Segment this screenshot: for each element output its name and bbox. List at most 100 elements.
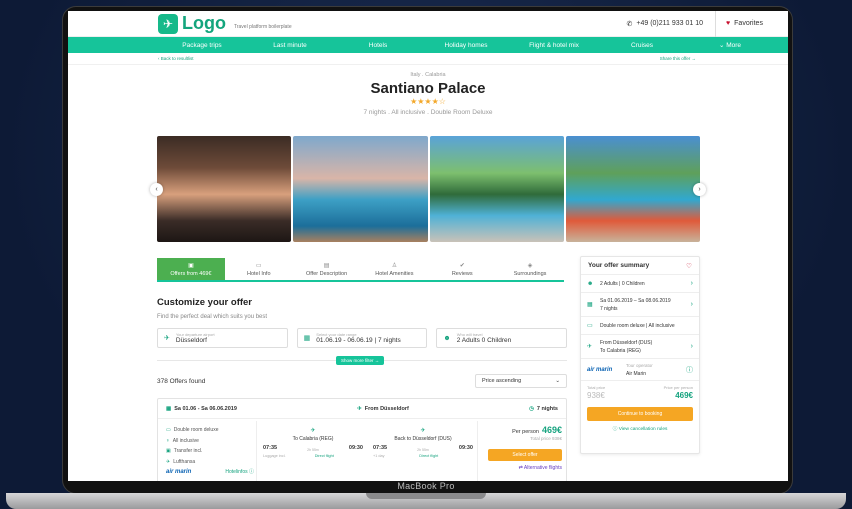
plane-icon: ✈ xyxy=(310,428,316,434)
sort-value: Price ascending xyxy=(482,378,522,384)
chevron-down-icon: ⌄ xyxy=(555,378,560,384)
operator-name: Air Marin xyxy=(626,370,647,377)
hotelinfos-link[interactable]: Hotelinfos ⓘ xyxy=(225,469,254,475)
logo-tagline: Travel platform boilerplate xyxy=(233,23,292,30)
tab-hotel-amenities[interactable]: ♙ Hotel Amenities xyxy=(360,258,428,280)
date-range-field[interactable]: ▦ Select your date range 01.06.19 - 06.06… xyxy=(296,328,428,348)
info-icon: ⓘ xyxy=(248,469,254,475)
gallery-prev-button[interactable]: ‹ xyxy=(150,183,163,196)
suitcase-icon: ▣ xyxy=(188,262,194,269)
outbound-info: Luggage incl. Direct flight xyxy=(263,454,363,458)
cancellation-rules-link[interactable]: ⓘ View cancellation rules xyxy=(581,425,699,432)
offer-features: ▭ Double room deluxe ♆ All inclusive ▣ Tran… xyxy=(166,425,254,478)
people-icon: ☻ xyxy=(443,334,451,342)
tab-offers[interactable]: ▣ Offers from 469€ xyxy=(157,258,225,280)
offer-tabs: ▣ Offers from 469€ ▭ Hotel Info ▤ Offer Des… xyxy=(157,258,564,282)
nav-cruises[interactable]: Cruises xyxy=(598,42,686,49)
gallery-photo-1[interactable] xyxy=(157,136,292,242)
chevron-right-icon: › xyxy=(690,343,693,350)
nav-more[interactable]: ⌄ More xyxy=(686,41,774,49)
date-range-value: 01.06.19 - 06.06.19 | 7 nights xyxy=(316,337,401,344)
browser-screen: ✈ Logo Travel platform boilerplate ✆ +49 … xyxy=(68,11,788,481)
plane-icon: ✈ xyxy=(420,428,426,434)
tab-surroundings-label: Surroundings xyxy=(513,270,547,277)
chevron-right-icon: › xyxy=(690,280,693,287)
logo[interactable]: ✈ Logo Travel platform boilerplate xyxy=(158,13,292,34)
nav-flight-hotel-mix[interactable]: Flight & hotel mix xyxy=(510,42,598,49)
favorites-link[interactable]: ♥ Favorites xyxy=(716,20,778,27)
heart-outline-icon[interactable]: ♡ xyxy=(686,262,692,270)
summary-dates[interactable]: ▦ Sa 01.06.2019 – Sa 08.06.2019 7 nights › xyxy=(581,293,699,317)
outbound-destination: To Calabria (REG) xyxy=(292,436,334,442)
summary-dates-range: Sa 01.06.2019 – Sa 08.06.2019 xyxy=(600,297,671,304)
offer-nights-text: 7 nights xyxy=(536,405,558,412)
tab-hotel-info[interactable]: ▭ Hotel Info xyxy=(225,258,293,280)
summary-operator-text: Tour operator Air Marin xyxy=(626,362,681,378)
per-person-label: Per person xyxy=(512,429,539,435)
chevron-right-icon: › xyxy=(698,186,701,193)
total-price: Total price 938€ xyxy=(530,436,562,441)
summary-route[interactable]: ✈ From Düsseldorf (DUS) To Calabria (REG) › xyxy=(581,335,699,359)
summary-travellers[interactable]: ☻ 2 Adults | 0 Children › xyxy=(581,275,699,293)
back-to-results-link[interactable]: ‹ Back to resultlist xyxy=(158,56,194,61)
cancellation-rules-label: View cancellation rules xyxy=(618,427,668,432)
sub-bar: ‹ Back to resultlist Share this offer → xyxy=(68,53,788,65)
offer-dates-text: Sa 01.06 - Sa 06.06.2019 xyxy=(174,405,237,412)
air-marin-logo: air marin xyxy=(587,366,613,373)
inbound-departure: 07:35 xyxy=(373,445,388,451)
phone-number[interactable]: ✆ +49 (0)211 933 01 10 xyxy=(627,11,716,37)
clock-icon: ◷ xyxy=(529,405,534,412)
continue-to-booking-button[interactable]: Continue to booking xyxy=(587,407,693,421)
alternative-flights-link[interactable]: ⇄ Alternative flights xyxy=(488,465,562,471)
alternative-flights-label: Alternative flights xyxy=(523,465,562,471)
offer-card-header: ▦ Sa 01.06 - Sa 06.06.2019 ✈ From Düsseldo… xyxy=(158,399,566,419)
photo-gallery xyxy=(157,136,700,242)
nav-holiday-homes[interactable]: Holiday homes xyxy=(422,42,510,49)
travellers-field[interactable]: ☻ Who will travel 2 Adults 0 Children xyxy=(436,328,568,348)
chevron-left-icon: ‹ xyxy=(155,186,158,193)
heart-icon: ♥ xyxy=(726,20,731,27)
logo-text: Logo xyxy=(182,13,226,33)
departure-airport-field[interactable]: ✈ Your departure airport Düsseldorf xyxy=(157,328,288,348)
bed-icon: ▭ xyxy=(166,427,171,433)
feature-transfer-text: Transfer incl. xyxy=(173,448,203,454)
inbound-arrival: 09:30 xyxy=(458,445,473,451)
gallery-photo-4[interactable] xyxy=(565,136,700,242)
summary-title-row: Your offer summary ♡ xyxy=(581,257,699,275)
summary-title: Your offer summary xyxy=(588,262,650,269)
share-offer-link[interactable]: Share this offer → xyxy=(660,56,696,61)
plane-icon: ✈ xyxy=(166,458,171,465)
summary-route-to: To Calabria (REG) xyxy=(600,347,641,354)
calendar-icon: ▦ xyxy=(587,302,593,308)
nav-hotels[interactable]: Hotels xyxy=(334,42,422,49)
select-offer-button[interactable]: Select offer xyxy=(488,449,562,461)
nav-package-trips[interactable]: Package trips xyxy=(158,42,246,49)
show-more-filter-button[interactable]: Show more filter → xyxy=(336,356,385,365)
travellers-value: 2 Adults 0 Children xyxy=(456,337,512,344)
nav-last-minute[interactable]: Last minute xyxy=(246,42,334,49)
sort-select[interactable]: Price ascending ⌄ xyxy=(475,374,567,388)
feature-transfer: ▣ Transfer incl. xyxy=(166,446,254,457)
info-icon[interactable]: ⓘ xyxy=(686,365,693,375)
summary-room-text: Double room deluxe | All inclusive xyxy=(600,322,675,329)
offer-from-text: From Düsseldorf xyxy=(364,405,409,412)
outbound-departure: 07:35 xyxy=(263,445,278,451)
gallery-photo-3[interactable] xyxy=(429,136,564,242)
calendar-icon: ▦ xyxy=(166,405,172,412)
offers-count: 378 Offers found xyxy=(157,378,206,385)
tab-reviews-label: Reviews xyxy=(451,270,473,277)
feature-board-text: All inclusive xyxy=(172,437,199,444)
show-more-filter-label: Show more filter xyxy=(341,358,374,363)
gallery-next-button[interactable]: › xyxy=(693,183,706,196)
summary-operator: air marin Tour operator Air Marin ⓘ xyxy=(581,359,699,381)
summary-pp-value: 469€ xyxy=(675,391,693,400)
tab-surroundings[interactable]: ◈ Surroundings xyxy=(496,258,564,280)
person-icon: ♙ xyxy=(391,262,398,269)
hotel-meta: 7 nights . All inclusive . Double Room D… xyxy=(363,109,493,116)
tab-reviews[interactable]: ✔ Reviews xyxy=(428,258,496,280)
plane-logo-icon: ✈ xyxy=(158,13,178,34)
tab-offer-description[interactable]: ▤ Offer Description xyxy=(293,258,361,280)
arrow-right-icon: → xyxy=(373,358,380,363)
plane-icon: ✈ xyxy=(357,405,362,412)
gallery-photo-2[interactable] xyxy=(293,136,428,242)
